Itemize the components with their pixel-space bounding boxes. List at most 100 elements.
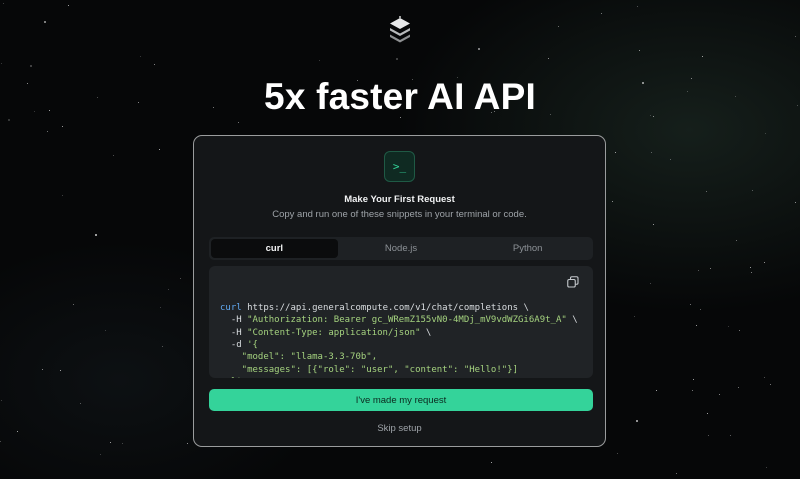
tab-python[interactable]: Python [464, 239, 591, 258]
copy-icon[interactable] [567, 276, 579, 288]
tab-curl[interactable]: curl [211, 239, 338, 258]
star [795, 36, 797, 37]
star [699, 308, 701, 310]
code-lines: curl https://api.generalcompute.com/v1/c… [220, 302, 593, 378]
star [237, 121, 239, 123]
code-token: curl [220, 302, 242, 313]
code-token: \ [420, 327, 432, 338]
code-line: -H "Authorization: Bearer gc_WRemZ155vN0… [220, 314, 593, 326]
star [696, 324, 697, 326]
star [113, 154, 115, 156]
star [168, 288, 170, 290]
star [705, 190, 707, 192]
star [692, 389, 694, 391]
star [3, 2, 5, 4]
star [158, 149, 160, 151]
star [795, 202, 797, 204]
star [770, 383, 771, 385]
code-snippet[interactable]: curl https://api.generalcompute.com/v1/c… [209, 266, 593, 378]
star [706, 412, 708, 414]
star [8, 118, 11, 121]
star [395, 58, 398, 61]
code-line: -H "Content-Type: application/json" \ [220, 327, 593, 339]
code-token: "model": "llama-3.3-70b", [220, 352, 378, 363]
language-tabs: curl Node.js Python [209, 237, 593, 260]
page-headline: 5x faster AI API [264, 76, 536, 117]
star [490, 462, 492, 464]
star [110, 441, 112, 443]
star [121, 443, 123, 445]
star [697, 269, 699, 271]
star [635, 420, 638, 423]
star [749, 267, 751, 268]
star [94, 234, 97, 237]
code-token: -H [220, 327, 248, 338]
star [79, 402, 81, 404]
star [29, 65, 32, 68]
star [701, 55, 703, 57]
star [765, 467, 767, 469]
star [547, 57, 549, 59]
page-background: 5x faster AI API >_ Make Your First Requ… [0, 0, 800, 479]
code-line: "messages": [{"role": "user", "content":… [220, 364, 593, 376]
star [16, 431, 18, 433]
star [708, 434, 710, 436]
code-line: curl https://api.generalcompute.com/v1/c… [220, 302, 593, 314]
star [765, 132, 767, 134]
star [735, 239, 737, 241]
star [73, 303, 75, 305]
star [558, 25, 560, 27]
star [764, 262, 765, 264]
star [729, 435, 731, 437]
star [611, 201, 613, 202]
star [728, 326, 729, 328]
star [655, 389, 657, 391]
star [764, 377, 766, 378]
star [478, 48, 480, 50]
star [637, 5, 639, 7]
terminal-icon: >_ [384, 151, 415, 182]
skip-setup-link[interactable]: Skip setup [194, 423, 605, 434]
code-token: '{ [247, 339, 258, 350]
star [318, 60, 320, 62]
star [750, 272, 752, 274]
star [652, 223, 654, 225]
star [0, 441, 1, 442]
star [179, 278, 181, 280]
made-request-button[interactable]: I've made my request [209, 389, 593, 411]
star [61, 125, 63, 127]
star [153, 64, 155, 65]
star [676, 473, 678, 475]
star [693, 378, 694, 380]
code-token: "Authorization: Bearer gc_WRemZ155vN0-4M… [247, 315, 567, 326]
stacked-layers-logo-icon [390, 18, 410, 43]
card-title: Make Your First Request [344, 194, 455, 205]
code-token: -H [220, 315, 248, 326]
star [1, 63, 3, 65]
star [67, 4, 69, 6]
code-token: \ [566, 315, 578, 326]
star [60, 370, 62, 372]
code-token: }' [220, 377, 242, 378]
code-token: "Content-Type: application/json" [247, 327, 421, 338]
star [638, 49, 640, 51]
star [600, 12, 602, 14]
star [738, 329, 740, 331]
star [41, 368, 43, 370]
star [650, 152, 652, 154]
code-line: "model": "llama-3.3-70b", [220, 351, 593, 363]
star [140, 56, 142, 57]
code-token: -d [220, 339, 248, 350]
star [690, 304, 692, 306]
star [162, 346, 164, 348]
star [751, 190, 753, 191]
tab-nodejs[interactable]: Node.js [338, 239, 465, 258]
code-line: }' [220, 376, 593, 378]
star [633, 316, 635, 317]
star [46, 131, 48, 132]
first-request-card: >_ Make Your First Request Copy and run … [193, 135, 606, 447]
code-token: https://api.generalcompute.com/v1/chat/c… [241, 302, 529, 313]
star [1, 400, 3, 402]
star [62, 194, 64, 196]
star [187, 442, 189, 444]
